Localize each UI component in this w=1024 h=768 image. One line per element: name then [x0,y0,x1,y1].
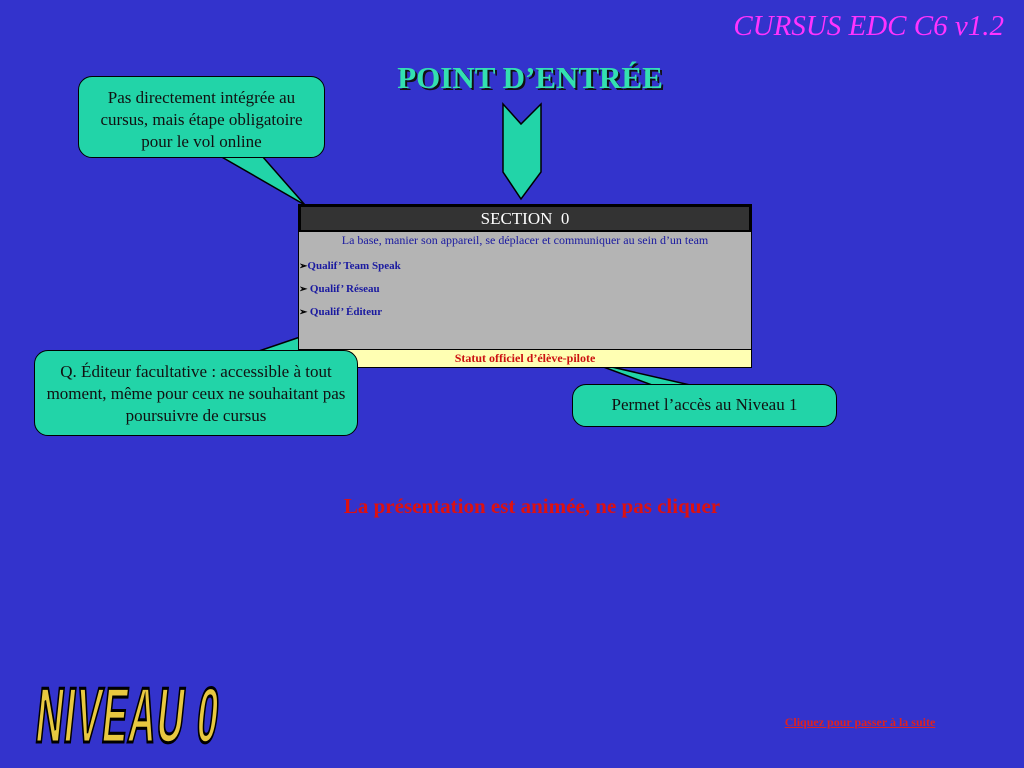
animation-warning: La présentation est animée, ne pas cliqu… [343,494,721,518]
section-description: La base, manier son appareil, se déplace… [341,233,709,247]
qualif-label: Qualif’ Team Speak [307,260,401,272]
qualif-label: Qualif’ Éditeur [309,306,383,318]
page-title: POINT D’ENTRÉE [397,60,663,95]
section-title: SECTION 0 [299,205,751,232]
level-badge: NIVEAU 0 [31,671,225,761]
level-badge-text: NIVEAU 0 [32,672,224,760]
section-status: Statut officiel d’élève-pilote [299,349,751,367]
arrow-bullet-icon: ➢ [299,284,310,295]
callout-pointer-top [217,155,306,206]
callout-online-step: Pas directement intégrée au cursus, mais… [78,76,325,158]
down-arrow-icon [502,102,542,201]
list-item-qualif-teamspeak: ➢Qualif’ Team Speak [299,260,401,272]
cursus-title: CURSUS EDC C6 v1.2 [733,10,1004,42]
callout-editor-optional: Q. Éditeur facultative : accessible à to… [34,350,358,436]
list-item-qualif-reseau: ➢ Qualif’ Réseau [299,283,380,295]
section-panel: SECTION 0 La base, manier son appareil, … [298,204,752,368]
qualif-label: Qualif’ Réseau [309,283,380,295]
arrow-bullet-icon: ➢ [299,307,310,318]
next-slide-link[interactable]: Cliquez pour passer à la suite [740,715,980,730]
list-item-qualif-editeur: ➢ Qualif’ Éditeur [299,306,382,318]
callout-level1-access: Permet l’accès au Niveau 1 [572,384,837,427]
